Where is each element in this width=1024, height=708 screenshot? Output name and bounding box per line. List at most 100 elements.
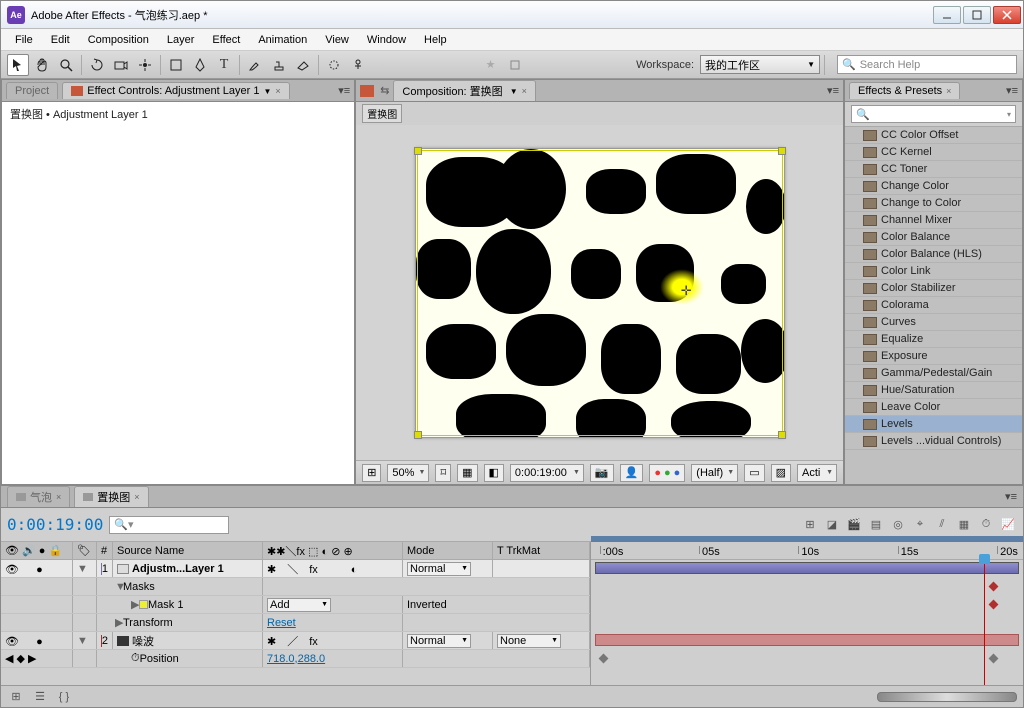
toggle-switches-icon[interactable]: ⊞	[7, 688, 25, 706]
toggle-brackets-icon[interactable]: { }	[55, 688, 73, 706]
tl-tool-icon[interactable]: ▦	[955, 516, 973, 534]
maximize-button[interactable]	[963, 6, 991, 24]
effects-search-input[interactable]: 🔍▾	[851, 105, 1016, 123]
aspect-toggle[interactable]: ⌑	[435, 464, 451, 482]
mask-mode-dropdown[interactable]: Add▼	[267, 598, 331, 612]
clone-stamp-tool[interactable]	[268, 54, 290, 76]
tab-composition[interactable]: Composition: 置换图▼ ×	[393, 80, 535, 101]
viewer[interactable]: ✛	[356, 125, 843, 460]
position-value[interactable]: 718.0,288.0	[267, 653, 325, 665]
menu-view[interactable]: View	[317, 32, 357, 48]
tl-tool-icon[interactable]: ⊞	[801, 516, 819, 534]
safe-zones-toggle[interactable]: ▦	[457, 464, 477, 482]
flow-icon[interactable]: ⇆	[380, 84, 389, 97]
effect-item[interactable]: Exposure	[845, 348, 1022, 365]
work-area-bar[interactable]	[591, 536, 1023, 542]
menu-edit[interactable]: Edit	[43, 32, 78, 48]
tl-tool-icon[interactable]: ⏱	[977, 516, 995, 534]
channels-icon[interactable]: ●●●	[649, 464, 685, 482]
hand-tool[interactable]	[31, 54, 53, 76]
time-ruler[interactable]: :00s 05s 10s 15s 20s	[591, 542, 1023, 560]
property-row-position[interactable]: ◀ ◆ ▶ ⏱ Position 718.0,288.0	[1, 650, 590, 668]
masks-row[interactable]: ▼ Masks	[1, 578, 590, 596]
keyframe[interactable]	[598, 654, 608, 664]
tab-close-icon[interactable]: ×	[56, 492, 61, 502]
tab-project[interactable]: Project	[6, 82, 58, 99]
mask-row-1[interactable]: ▶ Mask 1 Add▼ Inverted	[1, 596, 590, 614]
tl-tool-icon[interactable]: ▤	[867, 516, 885, 534]
keyframe[interactable]	[989, 600, 999, 610]
minimize-button[interactable]	[933, 6, 961, 24]
favorites-icon[interactable]: ★	[480, 54, 502, 76]
effect-item[interactable]: Hue/Saturation	[845, 382, 1022, 399]
effect-item[interactable]: CC Toner	[845, 161, 1022, 178]
menu-composition[interactable]: Composition	[80, 32, 157, 48]
transform-row[interactable]: ▶ Transform Reset	[1, 614, 590, 632]
layer-row[interactable]: 👁 ● ▼ 2 噪波 ✱ ／ fx Normal▼ None▼	[1, 632, 590, 650]
snap-icon[interactable]	[504, 54, 526, 76]
effect-item[interactable]: Color Stabilizer	[845, 280, 1022, 297]
tl-tool-icon[interactable]: ⫽	[933, 516, 951, 534]
canvas[interactable]: ✛	[415, 148, 785, 438]
effects-list[interactable]: CC Color OffsetCC KernelCC TonerChange C…	[845, 127, 1022, 484]
playhead[interactable]	[984, 560, 985, 685]
effect-item[interactable]: Channel Mixer	[845, 212, 1022, 229]
keyframe[interactable]	[989, 582, 999, 592]
pen-tool[interactable]	[189, 54, 211, 76]
keyframe[interactable]	[989, 654, 999, 664]
tab-effect-controls[interactable]: Effect Controls: Adjustment Layer 1 ▼ ×	[62, 82, 289, 99]
effect-item[interactable]: Change to Color	[845, 195, 1022, 212]
snapshot-icon[interactable]: 📷	[590, 464, 614, 482]
graph-editor-toggle[interactable]: 📈	[999, 516, 1017, 534]
effect-item[interactable]: Colorama	[845, 297, 1022, 314]
trkmat-dropdown[interactable]: None▼	[497, 634, 561, 648]
mask-toggle[interactable]: ◧	[484, 464, 504, 482]
resolution-dropdown[interactable]: (Half)	[691, 464, 738, 482]
layer-bar[interactable]	[595, 634, 1019, 646]
tl-tool-icon[interactable]: ⌖	[911, 516, 929, 534]
layer-bar[interactable]	[595, 562, 1019, 574]
tl-tool-icon[interactable]: ◎	[889, 516, 907, 534]
effect-item[interactable]: CC Color Offset	[845, 127, 1022, 144]
transparency-grid-toggle[interactable]: ▨	[771, 464, 791, 482]
panel-menu-icon[interactable]: ▾≡	[827, 84, 839, 97]
effect-item[interactable]: Leave Color	[845, 399, 1022, 416]
workspace-dropdown[interactable]: 我的工作区▼	[700, 55, 820, 74]
timeline-search-input[interactable]: 🔍▾	[109, 516, 229, 534]
transform-reset-link[interactable]: Reset	[267, 617, 296, 629]
tab-close-icon[interactable]: ×	[946, 86, 951, 96]
brush-tool[interactable]	[244, 54, 266, 76]
comp-mini-dropdown[interactable]: 置换图	[362, 104, 402, 123]
menu-layer[interactable]: Layer	[159, 32, 203, 48]
menu-file[interactable]: File	[7, 32, 41, 48]
effect-item[interactable]: Color Balance	[845, 229, 1022, 246]
zoom-slider[interactable]	[877, 692, 1017, 702]
effect-item[interactable]: Color Balance (HLS)	[845, 246, 1022, 263]
menu-window[interactable]: Window	[359, 32, 414, 48]
rectangle-tool[interactable]	[165, 54, 187, 76]
current-time[interactable]: 0:00:19:00	[7, 515, 103, 534]
menu-effect[interactable]: Effect	[204, 32, 248, 48]
panel-menu-icon[interactable]: ▾≡	[1005, 490, 1017, 503]
eraser-tool[interactable]	[292, 54, 314, 76]
effect-item[interactable]: Equalize	[845, 331, 1022, 348]
menu-animation[interactable]: Animation	[250, 32, 315, 48]
grid-toggle[interactable]: ⊞	[362, 464, 381, 482]
effect-item[interactable]: Color Link	[845, 263, 1022, 280]
menu-help[interactable]: Help	[416, 32, 455, 48]
pan-behind-tool[interactable]	[134, 54, 156, 76]
roto-brush-tool[interactable]	[323, 54, 345, 76]
selection-tool[interactable]	[7, 54, 29, 76]
tab-close-icon[interactable]: ×	[522, 86, 527, 96]
show-snapshot-icon[interactable]: 👤	[620, 464, 644, 482]
effect-item[interactable]: Change Color	[845, 178, 1022, 195]
blend-mode-dropdown[interactable]: Normal▼	[407, 562, 471, 576]
tab-comp-1[interactable]: 气泡 ×	[7, 486, 70, 507]
rotation-tool[interactable]	[86, 54, 108, 76]
effect-item[interactable]: Gamma/Pedestal/Gain	[845, 365, 1022, 382]
effect-item[interactable]: Curves	[845, 314, 1022, 331]
tab-comp-2[interactable]: 置换图 ×	[74, 486, 148, 507]
viewer-time[interactable]: 0:00:19:00	[510, 464, 584, 482]
search-help-input[interactable]: 🔍 Search Help	[837, 55, 1017, 74]
roi-toggle[interactable]: ▭	[744, 464, 764, 482]
